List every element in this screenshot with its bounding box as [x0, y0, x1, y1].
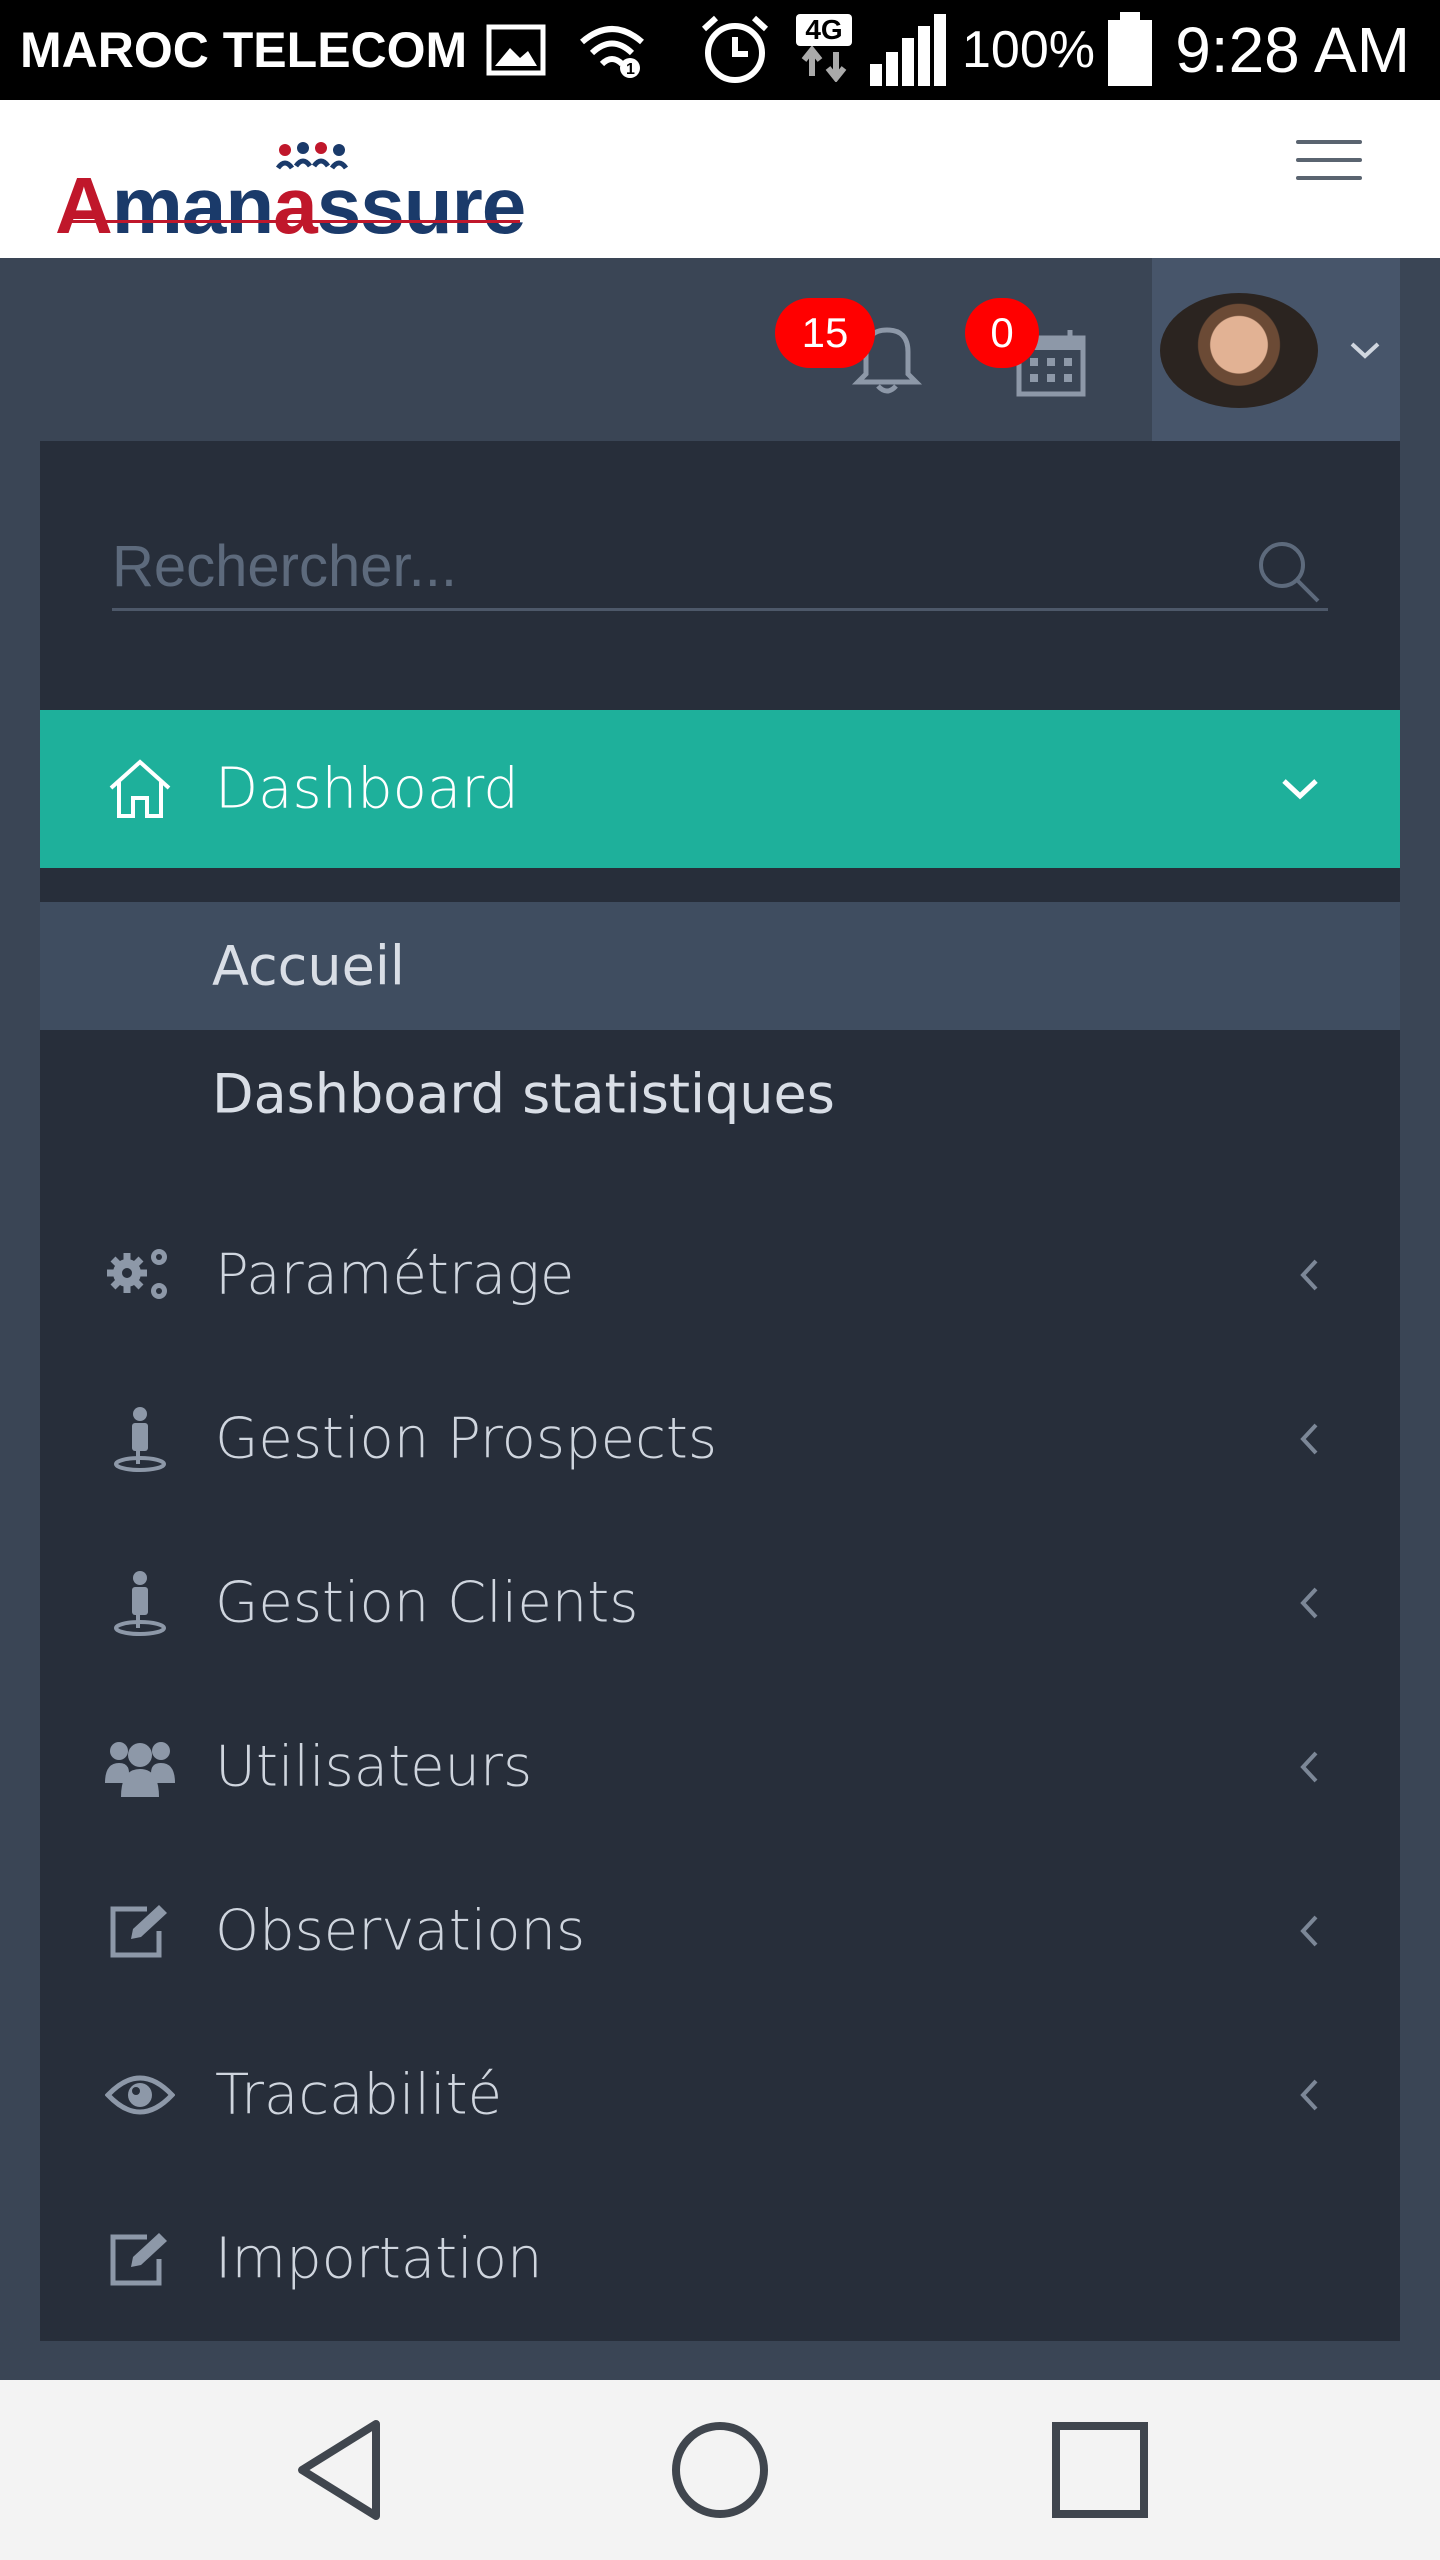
avatar[interactable]	[1160, 293, 1318, 408]
sidebar-item-gestion-clients[interactable]: Gestion Clients	[40, 1523, 1400, 1683]
sidebar-item-label: Gestion Prospects	[215, 1406, 718, 1472]
home-icon	[104, 753, 176, 825]
battery-icon	[1108, 12, 1152, 86]
edit-icon	[104, 2223, 176, 2295]
notifications-badge: 15	[775, 298, 875, 368]
users-icon	[104, 1731, 176, 1803]
sidebar-item-gestion-prospects[interactable]: Gestion Prospects	[40, 1359, 1400, 1519]
home-circle-icon[interactable]	[670, 2420, 770, 2520]
network-4g-icon: 4G	[796, 14, 856, 86]
sidebar-item-label: Paramétrage	[215, 1242, 575, 1308]
brand-wordmark: Amanassure	[55, 161, 526, 250]
carrier-name: MAROC TELECOM	[20, 22, 468, 78]
user-menu[interactable]	[1152, 258, 1400, 441]
sidebar-item-importation[interactable]: Importation	[40, 2179, 1400, 2339]
sidebar-subitem-label: Accueil	[212, 934, 405, 998]
status-bar: MAROC TELECOM 1 4G 100% 9:28 AM	[0, 0, 1440, 100]
sidebar-subitem-dashboard-statistiques[interactable]: Dashboard statistiques	[40, 1030, 1400, 1158]
recents-icon[interactable]	[1050, 2420, 1150, 2520]
wifi-icon: 1	[580, 26, 644, 78]
sidebar-item-label: Gestion Clients	[215, 1570, 639, 1636]
eye-icon	[104, 2059, 176, 2131]
chevron-left-icon	[1300, 1915, 1318, 1947]
clock: 9:28 AM	[1175, 14, 1410, 86]
brand-logo[interactable]: Amanassure	[55, 140, 526, 250]
edit-icon	[104, 1895, 176, 1967]
sidebar-item-parametrage[interactable]: Paramétrage	[40, 1195, 1400, 1355]
sidebar-item-observations[interactable]: Observations	[40, 1851, 1400, 2011]
calendar-badge: 0	[965, 298, 1039, 368]
chevron-left-icon	[1300, 2079, 1318, 2111]
search-bar	[112, 531, 1328, 611]
sidebar-item-label: Observations	[215, 1898, 586, 1964]
sidebar-item-dashboard[interactable]: Dashboard	[40, 710, 1400, 868]
app-header: Amanassure	[0, 100, 1440, 258]
sidebar-subitem-accueil[interactable]: Accueil	[40, 902, 1400, 1030]
chevron-left-icon	[1300, 1751, 1318, 1783]
gears-icon	[104, 1239, 176, 1311]
chevron-left-icon	[1300, 1423, 1318, 1455]
back-icon[interactable]	[292, 2418, 388, 2522]
top-toolbar: 15 0	[0, 258, 1440, 441]
chevron-left-icon	[1300, 1259, 1318, 1291]
signal-icon	[870, 14, 946, 86]
chevron-down-icon[interactable]	[1348, 340, 1382, 360]
svg-text:1: 1	[626, 61, 635, 78]
alarm-icon	[701, 15, 769, 83]
person-pin-icon	[104, 1567, 176, 1639]
sidebar-item-label: Importation	[215, 2226, 543, 2292]
sidebar-item-label: Dashboard	[215, 756, 519, 822]
sidebar-subitem-label: Dashboard statistiques	[212, 1062, 835, 1126]
search-input[interactable]	[112, 531, 1212, 601]
sidebar-item-utilisateurs[interactable]: Utilisateurs	[40, 1687, 1400, 1847]
sidebar-item-label: Tracabilité	[215, 2062, 503, 2128]
sidebar-item-tracabilite[interactable]: Tracabilité	[40, 2015, 1400, 2175]
battery-percent: 100%	[962, 21, 1095, 79]
sidebar-item-label: Utilisateurs	[215, 1734, 533, 1800]
chevron-down-icon	[1282, 779, 1318, 800]
hamburger-menu-icon[interactable]	[1296, 140, 1362, 196]
system-nav-bar	[0, 2380, 1440, 2560]
chevron-left-icon	[1300, 1587, 1318, 1619]
sidebar-menu: Dashboard Accueil Dashboard statistiques…	[40, 441, 1400, 2341]
search-icon[interactable]	[1256, 539, 1322, 605]
person-pin-icon	[104, 1403, 176, 1475]
logo-underline	[65, 220, 520, 223]
gallery-icon	[486, 24, 546, 76]
